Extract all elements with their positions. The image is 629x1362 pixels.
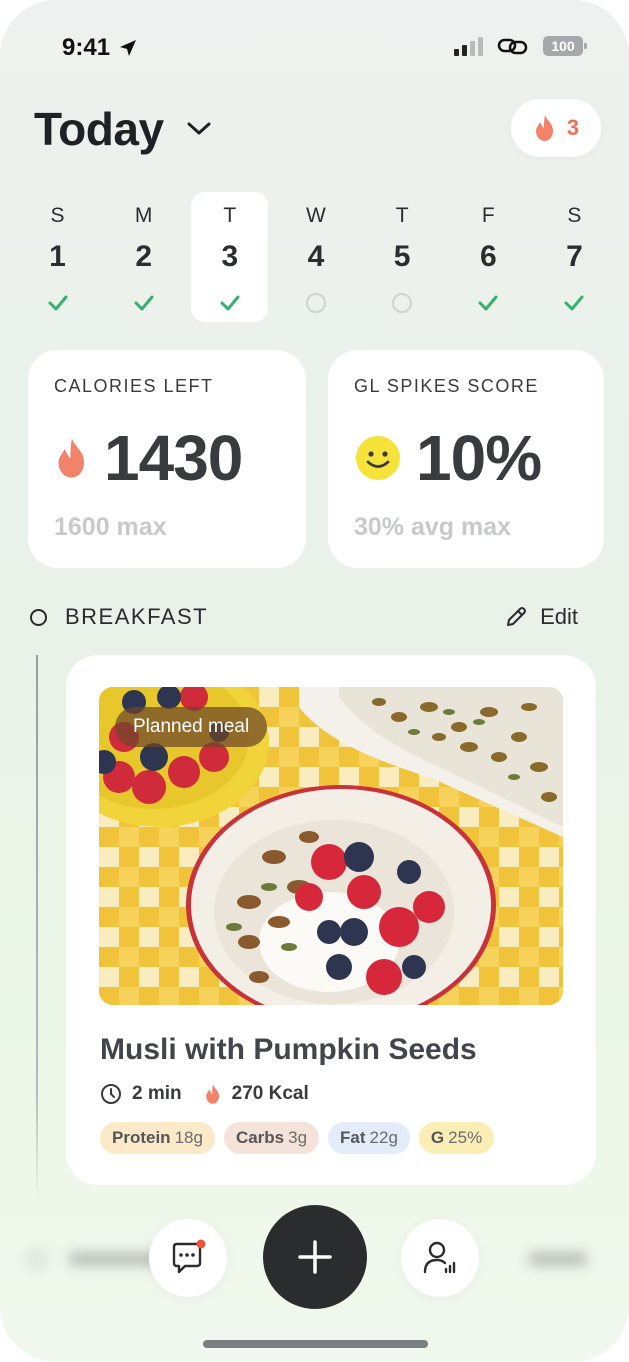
- meal-title: Musli with Pumpkin Seeds: [100, 1033, 477, 1066]
- macro-chips: Protein 18g Carbs 3g Fat 22g G 25%: [100, 1122, 495, 1154]
- macro-chip-carbs: Carbs 3g: [223, 1122, 320, 1154]
- macro-value: 18g: [174, 1128, 203, 1147]
- timeline-line: [36, 655, 38, 1200]
- meal-meta: 2 min 270 Kcal: [100, 1083, 309, 1105]
- day-number: 1: [49, 240, 66, 273]
- gl-value: 10%: [416, 422, 542, 494]
- location-arrow-icon: [120, 40, 137, 56]
- edit-label: Edit: [540, 604, 578, 629]
- macro-chip-protein: Protein 18g: [100, 1122, 215, 1154]
- pending-circle-icon: [305, 292, 327, 314]
- streak-badge[interactable]: 3: [511, 99, 601, 157]
- check-icon: [133, 292, 155, 314]
- day-letter: W: [306, 204, 326, 227]
- calories-left-card[interactable]: CALORIES LEFT 1430 1600 max: [28, 350, 306, 568]
- macro-name: G: [430, 1128, 445, 1147]
- calories-label: CALORIES LEFT: [54, 376, 214, 396]
- check-icon: [563, 292, 585, 314]
- week-strip: S1M2T3W4T5F6S7: [19, 192, 613, 322]
- calories-max: 1600 max: [54, 513, 167, 541]
- meal-photo: Planned meal: [99, 687, 563, 1005]
- macro-name: Carbs: [235, 1128, 285, 1147]
- chat-icon: [172, 1239, 206, 1274]
- day-letter: T: [395, 204, 409, 227]
- day-letter: S: [567, 204, 582, 227]
- pencil-icon: [507, 607, 527, 626]
- chevron-down-icon[interactable]: [186, 121, 212, 137]
- day-3[interactable]: T3: [191, 192, 269, 322]
- timeline-dot: [30, 608, 47, 626]
- status-icons: 100: [454, 36, 587, 56]
- date-picker-header[interactable]: Today: [34, 102, 212, 156]
- gl-spikes-card[interactable]: GL SPIKES SCORE 10% 30% avg max: [328, 350, 604, 568]
- day-4[interactable]: W4: [277, 192, 354, 322]
- macro-chip-fat: Fat 22g: [328, 1122, 410, 1154]
- meal-card[interactable]: Planned meal Musli with Pumpkin Seeds 2 …: [66, 655, 596, 1185]
- day-number: 2: [135, 240, 152, 273]
- link-icon: [497, 38, 528, 55]
- macro-value: 25%: [448, 1128, 483, 1147]
- profile-stats-icon: [423, 1241, 456, 1274]
- check-icon: [477, 292, 499, 314]
- meal-kcal: 270 Kcal: [231, 1083, 309, 1104]
- gl-max: 30% avg max: [354, 513, 512, 541]
- edit-button[interactable]: Edit: [504, 604, 578, 630]
- calories-value: 1430: [104, 422, 243, 494]
- macro-chip-g: G 25%: [418, 1122, 495, 1154]
- clock-icon: [101, 1084, 121, 1104]
- day-number: 7: [566, 240, 583, 273]
- page-title: Today: [34, 103, 164, 155]
- flame-icon: [58, 438, 84, 478]
- day-letter: M: [134, 204, 153, 227]
- smiley-icon: [356, 436, 400, 480]
- breakfast-header: BREAKFAST Edit: [30, 604, 578, 630]
- macro-name: Protein: [112, 1128, 171, 1147]
- day-letter: F: [481, 204, 495, 227]
- day-number: 3: [221, 240, 239, 273]
- status-time-text: 9:41: [62, 34, 111, 61]
- day-7[interactable]: S7: [536, 192, 613, 322]
- home-indicator[interactable]: [203, 1340, 428, 1348]
- meal-time: 2 min: [132, 1083, 182, 1104]
- flame-icon: [205, 1084, 219, 1104]
- status-time: 9:41: [62, 34, 138, 62]
- breakfast-label: BREAKFAST: [65, 604, 209, 629]
- gl-label: GL SPIKES SCORE: [354, 376, 539, 396]
- battery-level: 100: [551, 38, 575, 54]
- streak-count: 3: [566, 115, 580, 140]
- macro-value: 3g: [288, 1128, 308, 1147]
- chat-button[interactable]: [149, 1219, 227, 1297]
- check-icon: [219, 292, 241, 314]
- flame-icon: [535, 115, 553, 141]
- day-letter: S: [50, 204, 65, 227]
- day-6[interactable]: F6: [450, 192, 527, 322]
- day-2[interactable]: M2: [105, 192, 182, 322]
- profile-button[interactable]: [401, 1219, 479, 1297]
- macro-value: 22g: [369, 1128, 398, 1147]
- plus-icon: [298, 1240, 332, 1274]
- day-number: 6: [479, 240, 497, 273]
- day-5[interactable]: T5: [364, 192, 441, 322]
- day-letter: T: [223, 204, 237, 227]
- check-icon: [47, 292, 69, 314]
- app-screen: 9:41 100 Today 3 S1M2T3W4T5F6S7 CALORIES…: [0, 0, 629, 1362]
- day-1[interactable]: S1: [19, 192, 96, 322]
- macro-name: Fat: [340, 1128, 366, 1147]
- planned-meal-badge: Planned meal: [115, 707, 268, 747]
- day-number: 5: [393, 240, 411, 273]
- day-number: 4: [307, 240, 325, 273]
- add-button[interactable]: [263, 1205, 367, 1309]
- battery-icon: 100: [543, 36, 587, 56]
- pending-circle-icon: [391, 292, 413, 314]
- signal-icon: [454, 36, 483, 56]
